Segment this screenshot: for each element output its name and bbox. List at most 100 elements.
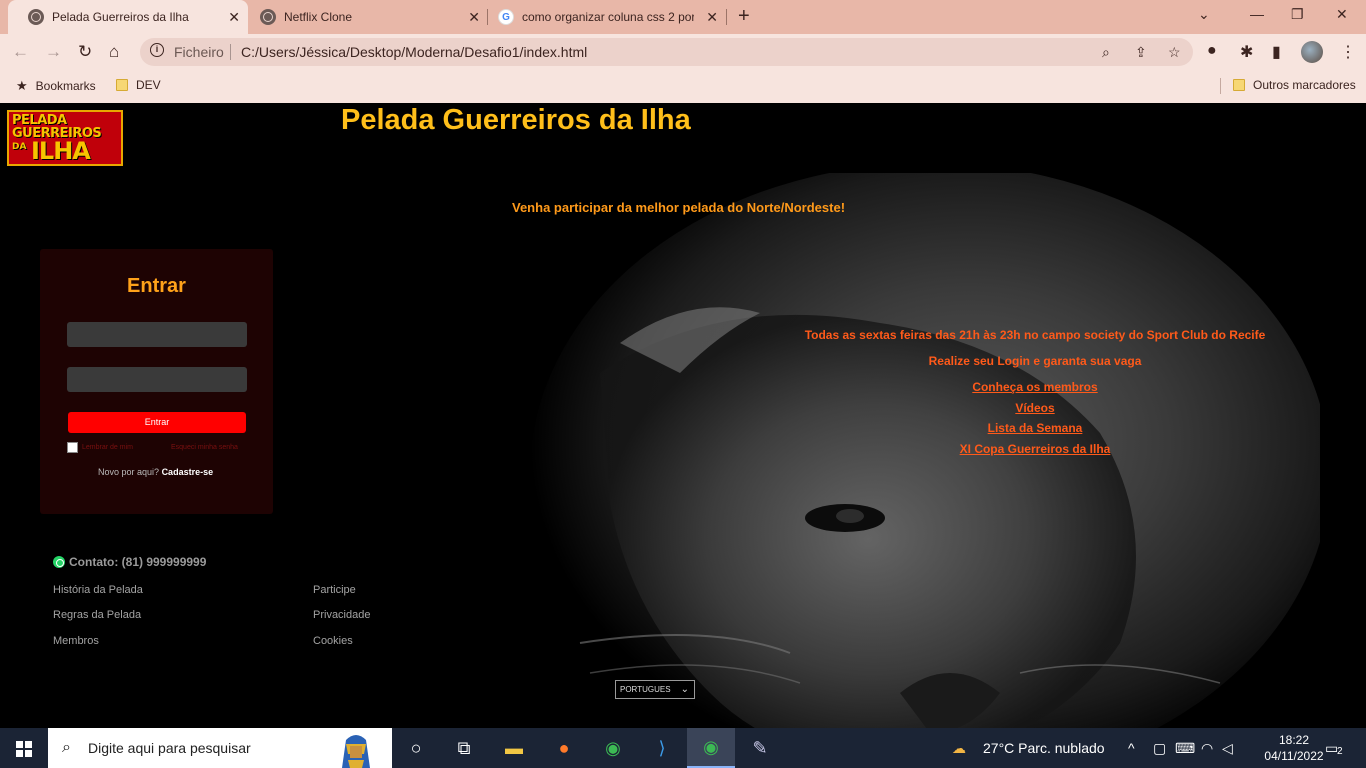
taskbar: ⌕ Digite aqui para pesquisar ○ ⧉ ▬ ● ◉ ⟩… <box>0 728 1366 768</box>
members-link[interactable]: Conheça os membros <box>972 380 1097 394</box>
footer-link-members[interactable]: Membros <box>53 635 99 647</box>
search-placeholder: Digite aqui para pesquisar <box>88 740 251 756</box>
tab-pelada[interactable]: Pelada Guerreiros da Ilha ✕ <box>8 0 248 34</box>
tab-netflix[interactable]: Netflix Clone ✕ <box>240 0 488 34</box>
browser-toolbar: ← → ↻ ⌂ i Ficheiro C:/Users/Jéssica/Desk… <box>0 34 1366 70</box>
remember-checkbox[interactable] <box>67 442 78 453</box>
bookmarks-button[interactable]: ★ Bookmarks <box>16 78 96 94</box>
new-tab-button[interactable]: + <box>738 5 750 28</box>
vscode-icon[interactable]: ⟩ <box>650 736 674 760</box>
task-view-icon[interactable]: ⧉ <box>452 736 476 760</box>
bookmark-star-icon[interactable]: ☆ <box>1168 44 1181 61</box>
menu-icon[interactable]: ⋮ <box>1340 42 1356 62</box>
close-tab-icon[interactable]: ✕ <box>228 9 240 26</box>
folder-label: DEV <box>136 78 161 92</box>
folder-label: Outros marcadores <box>1253 78 1356 92</box>
bookmarks-label: Bookmarks <box>35 79 96 93</box>
login-button[interactable]: Entrar <box>68 412 246 433</box>
page-title: Pelada Guerreiros da Ilha <box>341 104 691 136</box>
chevron-up-icon[interactable]: ^ <box>1128 740 1135 756</box>
cup-link[interactable]: XI Copa Guerreiros da Ilha <box>960 442 1111 456</box>
footer-link-cookies[interactable]: Cookies <box>313 635 353 647</box>
minimize-icon[interactable]: — <box>1250 6 1264 22</box>
whatsapp-icon <box>53 556 65 568</box>
reload-icon[interactable]: ↻ <box>78 42 92 62</box>
weather-icon[interactable]: ☁ <box>952 740 966 757</box>
profile-avatar[interactable] <box>1301 41 1323 63</box>
restore-icon[interactable]: ❐ <box>1291 6 1304 23</box>
globe-icon <box>260 9 276 25</box>
contact-info: Contato: (81) 999999999 <box>53 555 206 569</box>
chrome-active-icon[interactable]: ◉ <box>687 728 735 768</box>
search-icon: ⌕ <box>62 739 71 756</box>
bookmarks-bar: ★ Bookmarks DEV Outros marcadores <box>0 70 1366 103</box>
footer-link-rules[interactable]: Regras da Pelada <box>53 609 141 621</box>
language-icon[interactable]: ⌨ <box>1175 740 1195 757</box>
chevron-down-icon: ⌄ <box>680 684 689 695</box>
puzzle-icon[interactable]: ✱ <box>1240 42 1253 62</box>
address-bar[interactable]: i Ficheiro C:/Users/Jéssica/Desktop/Mode… <box>140 38 1193 66</box>
tab-google[interactable]: G como organizar coluna css 2 por ✕ <box>478 0 726 34</box>
site-logo[interactable]: PELADA GUERREIROS DA ILHA <box>7 110 123 166</box>
language-select[interactable]: PORTUGUES ⌄ <box>615 680 695 699</box>
share-icon[interactable]: ⇪ <box>1135 44 1147 61</box>
weather-text[interactable]: 27°C Parc. nublado <box>983 740 1105 756</box>
wifi-icon[interactable]: ◠ <box>1201 740 1213 757</box>
url-text[interactable]: C:/Users/Jéssica/Desktop/Moderna/Desafio… <box>241 44 587 60</box>
weekly-list-link[interactable]: Lista da Semana <box>988 421 1083 435</box>
clock[interactable]: 18:22 04/11/2022 <box>1262 732 1326 764</box>
home-icon[interactable]: ⌂ <box>109 42 119 62</box>
bookmark-folder-others[interactable]: Outros marcadores <box>1233 78 1356 92</box>
close-tab-icon[interactable]: ✕ <box>706 9 718 26</box>
remember-label: Lembrar de mim <box>82 444 133 451</box>
info-icon[interactable]: i <box>150 43 164 57</box>
pharaoh-search-highlight-icon <box>342 735 370 768</box>
password-input[interactable] <box>67 367 247 392</box>
taskbar-search[interactable]: ⌕ Digite aqui para pesquisar <box>48 728 392 768</box>
forward-icon[interactable]: → <box>45 42 62 62</box>
star-icon: ★ <box>16 78 28 93</box>
tab-search-icon[interactable]: ⌄ <box>1198 6 1210 23</box>
close-window-icon[interactable]: ✕ <box>1336 6 1348 23</box>
paint-icon[interactable]: ✎ <box>748 736 772 760</box>
chrome-icon[interactable]: ◉ <box>601 736 625 760</box>
tab-title: como organizar coluna css 2 por <box>522 10 694 24</box>
google-icon: G <box>498 9 514 25</box>
cortana-icon[interactable]: ○ <box>404 736 428 760</box>
notification-count: 2 <box>1337 746 1343 757</box>
footer-link-privacy[interactable]: Privacidade <box>313 609 370 621</box>
tab-divider <box>726 9 727 25</box>
meet-icon[interactable]: ▢ <box>1153 740 1166 757</box>
folder-icon <box>1233 79 1245 91</box>
username-input[interactable] <box>67 322 247 347</box>
divider <box>1220 78 1221 94</box>
globe-icon <box>28 9 44 25</box>
windows-start-icon[interactable] <box>16 741 32 757</box>
tab-strip: Pelada Guerreiros da Ilha ✕ Netflix Clon… <box>0 0 1366 34</box>
footer-link-participate[interactable]: Participe <box>313 584 356 596</box>
volume-icon[interactable]: ◁ <box>1222 740 1233 757</box>
scheme-label: Ficheiro <box>174 44 224 60</box>
new-here-text: Novo por aqui? <box>98 467 160 477</box>
clock-date: 04/11/2022 <box>1264 749 1324 763</box>
signup-link[interactable]: Cadastre-se <box>162 467 214 477</box>
back-icon[interactable]: ← <box>12 42 29 62</box>
tagline: Venha participar da melhor pelada do Nor… <box>512 200 846 215</box>
bookmark-folder-dev[interactable]: DEV <box>116 78 161 92</box>
login-heading: Entrar <box>127 275 186 297</box>
contact-text: Contato: (81) 999999999 <box>69 555 207 569</box>
firefox-icon[interactable]: ● <box>552 736 576 760</box>
forgot-password-link[interactable]: Esqueci minha senha <box>171 444 238 451</box>
logo-line: ILHA <box>31 137 91 165</box>
footer-link-history[interactable]: História da Pelada <box>53 584 143 596</box>
login-panel: Entrar Entrar Lembrar de mim Esqueci min… <box>40 249 273 514</box>
tab-title: Pelada Guerreiros da Ilha <box>52 10 189 24</box>
page-viewport: PELADA GUERREIROS DA ILHA Pelada Guerrei… <box>0 103 1366 728</box>
videos-link[interactable]: Vídeos <box>1015 401 1054 415</box>
extension-icon[interactable]: ● <box>1207 42 1217 60</box>
logo-line: DA <box>12 142 27 152</box>
zoom-icon[interactable]: ⌕ <box>1102 44 1110 61</box>
side-panel-icon[interactable]: ▮ <box>1272 42 1281 62</box>
clock-time: 18:22 <box>1278 733 1310 747</box>
file-explorer-icon[interactable]: ▬ <box>502 736 526 760</box>
